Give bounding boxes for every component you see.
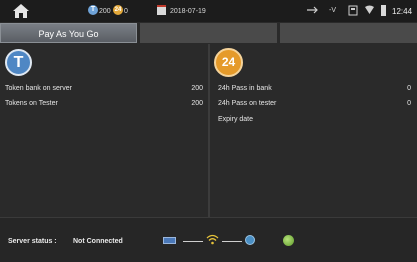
pass-icon: 24 bbox=[113, 5, 123, 15]
token-logo-icon: T bbox=[5, 49, 32, 76]
sd-card-icon bbox=[348, 5, 358, 16]
connection-line bbox=[183, 241, 203, 242]
pass-on-tester-label: 24h Pass on tester bbox=[218, 100, 277, 107]
tokens-panel: T Token bank on server 200 Tokens on Tes… bbox=[0, 44, 208, 217]
tab-pay-as-you-go[interactable]: Pay As You Go bbox=[0, 23, 137, 43]
battery-icon bbox=[381, 5, 386, 16]
tab-3[interactable] bbox=[280, 23, 417, 43]
tester-icon bbox=[163, 237, 176, 244]
expiry-date-label: Expiry date bbox=[218, 116, 254, 123]
pass-in-bank-label: 24h Pass in bank bbox=[218, 85, 272, 92]
pass-count: 0 bbox=[124, 8, 128, 15]
calendar-icon bbox=[157, 5, 166, 15]
connection-line bbox=[222, 241, 242, 242]
wifi-icon bbox=[206, 234, 219, 245]
wifi-icon bbox=[365, 5, 374, 14]
home-icon[interactable] bbox=[12, 3, 30, 19]
token-count: 200 bbox=[99, 8, 111, 15]
pass-logo-icon: 24 bbox=[214, 48, 243, 77]
voltage-display: -V bbox=[329, 7, 336, 14]
token-icon: T bbox=[88, 5, 98, 15]
clock: 12:44 bbox=[392, 7, 413, 16]
server-status-bar: Server status : Not Connected bbox=[0, 217, 417, 262]
token-bank-label: Token bank on server bbox=[5, 85, 72, 92]
pass-on-tester-value: 0 bbox=[407, 100, 411, 107]
server-status-label: Server status : bbox=[8, 238, 57, 245]
usb-icon bbox=[307, 6, 318, 14]
pass-panel: 24 24h Pass in bank 0 24h Pass on tester… bbox=[210, 44, 417, 217]
date-display: 2018-07-19 bbox=[170, 8, 206, 15]
tab-2[interactable] bbox=[140, 23, 277, 43]
pass-in-bank-value: 0 bbox=[407, 85, 411, 92]
server-status-indicator bbox=[283, 235, 294, 246]
server-status-value: Not Connected bbox=[73, 238, 123, 245]
globe-icon bbox=[245, 235, 255, 245]
tab-bar: Pay As You Go bbox=[0, 23, 417, 43]
tokens-on-tester-value: 200 bbox=[191, 100, 203, 107]
token-bank-value: 200 bbox=[191, 85, 203, 92]
top-status-bar: T 200 24 0 2018-07-19 -V 12:44 bbox=[0, 0, 417, 22]
tokens-on-tester-label: Tokens on Tester bbox=[5, 100, 58, 107]
